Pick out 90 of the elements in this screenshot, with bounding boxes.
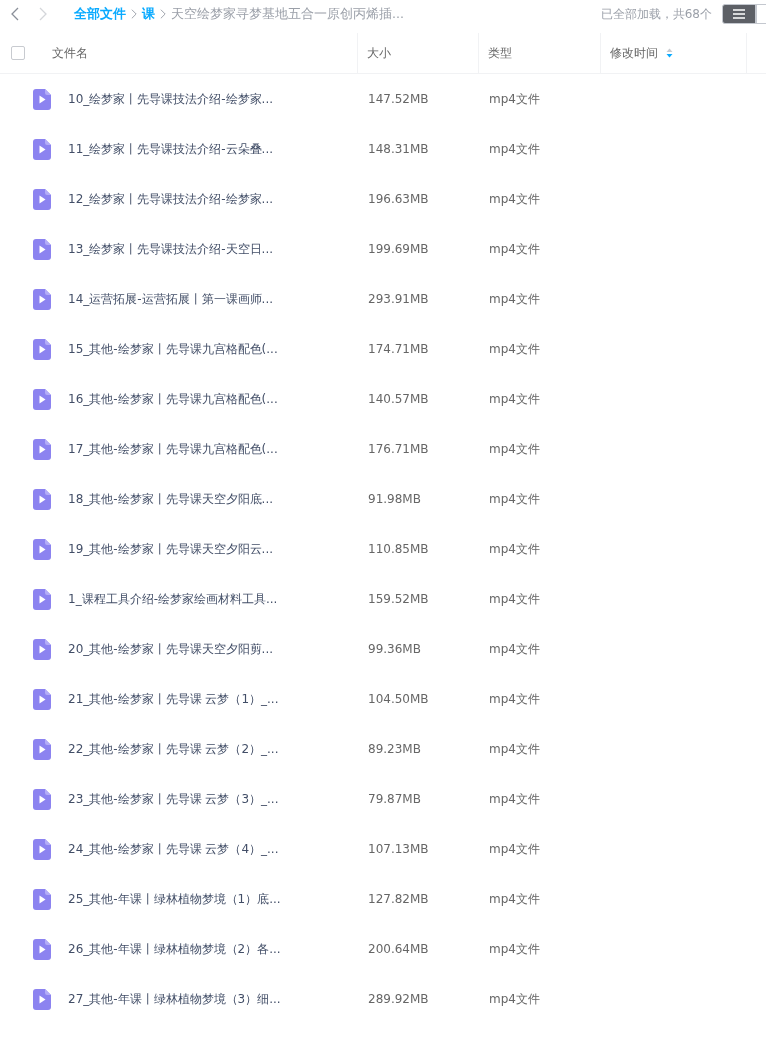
column-header[interactable]: 文件名 <box>52 44 88 62</box>
video-file-icon <box>33 288 51 310</box>
file-name[interactable]: 27_其他-年课丨绿林植物梦境（3）细... <box>68 990 368 1008</box>
chevron-icon <box>11 7 19 21</box>
file-name[interactable]: 21_其他-绘梦家丨先导课 云梦（1）_... <box>68 690 368 708</box>
file-size: 159.52MB <box>368 592 430 606</box>
file-type: mp4文件 <box>489 390 541 408</box>
file-name[interactable]: 11_绘梦家丨先导课技法介绍-云朵叠... <box>68 140 368 158</box>
video-file-icon <box>33 388 51 410</box>
file-name[interactable]: 17_其他-绘梦家丨先导课九宫格配色(... <box>68 440 368 458</box>
video-file-icon <box>33 938 51 960</box>
file-type: mp4文件 <box>489 890 541 908</box>
file-size: 99.36MB <box>368 642 422 656</box>
file-size: 147.52MB <box>368 92 430 106</box>
file-name[interactable]: 22_其他-绘梦家丨先导课 云梦（2）_... <box>68 740 368 758</box>
file-name[interactable]: 23_其他-绘梦家丨先导课 云梦（3）_... <box>68 790 368 808</box>
file-type: mp4文件 <box>489 940 541 958</box>
chevron-icon <box>160 9 166 19</box>
column-header[interactable]: 修改时间 <box>610 44 658 62</box>
file-type: mp4文件 <box>489 290 541 308</box>
file-size: 89.23MB <box>368 742 422 756</box>
file-type: mp4文件 <box>489 690 541 708</box>
file-size: 79.87MB <box>368 792 422 806</box>
file-name[interactable]: 20_其他-绘梦家丨先导课天空夕阳剪... <box>68 640 368 658</box>
file-type: mp4文件 <box>489 590 541 608</box>
column-header[interactable]: 大小 <box>367 44 391 62</box>
select-all-checkbox[interactable] <box>11 46 25 60</box>
file-type: mp4文件 <box>489 340 541 358</box>
file-name[interactable]: 25_其他-年课丨绿林植物梦境（1）底... <box>68 890 368 908</box>
file-type: mp4文件 <box>489 490 541 508</box>
file-size: 200.64MB <box>368 942 430 956</box>
file-size: 174.71MB <box>368 342 430 356</box>
file-name[interactable]: 14_运营拓展-运营拓展丨第一课画师... <box>68 290 368 308</box>
file-name[interactable]: 19_其他-绘梦家丨先导课天空夕阳云... <box>68 540 368 558</box>
video-file-icon <box>33 488 51 510</box>
video-file-icon <box>33 338 51 360</box>
video-file-icon <box>33 738 51 760</box>
video-file-icon <box>33 238 51 260</box>
file-size: 289.92MB <box>368 992 430 1006</box>
video-file-icon <box>33 988 51 1010</box>
file-size: 140.57MB <box>368 392 430 406</box>
menu-icon <box>733 9 745 19</box>
video-file-icon <box>33 688 51 710</box>
video-file-icon <box>33 838 51 860</box>
file-size: 293.91MB <box>368 292 430 306</box>
video-file-icon <box>33 538 51 560</box>
file-size: 91.98MB <box>368 492 422 506</box>
file-name[interactable]: 16_其他-绘梦家丨先导课九宫格配色(... <box>68 390 368 408</box>
file-type: mp4文件 <box>489 790 541 808</box>
file-type: mp4文件 <box>489 840 541 858</box>
file-size: 104.50MB <box>368 692 430 706</box>
video-file-icon <box>33 138 51 160</box>
file-name[interactable]: 12_绘梦家丨先导课技法介绍-绘梦家... <box>68 190 368 208</box>
file-type: mp4文件 <box>489 90 541 108</box>
file-type: mp4文件 <box>489 640 541 658</box>
video-file-icon <box>33 588 51 610</box>
file-name[interactable]: 26_其他-年课丨绿林植物梦境（2）各... <box>68 940 368 958</box>
video-file-icon <box>33 888 51 910</box>
chevron-icon <box>39 7 47 21</box>
file-size: 148.31MB <box>368 142 430 156</box>
chevron-icon <box>131 9 137 19</box>
sort-icon[interactable] <box>666 48 673 58</box>
file-size: 107.13MB <box>368 842 430 856</box>
video-file-icon <box>33 788 51 810</box>
file-name[interactable]: 10_绘梦家丨先导课技法介绍-绘梦家... <box>68 90 368 108</box>
file-size: 110.85MB <box>368 542 430 556</box>
list-view-button[interactable] <box>722 4 756 24</box>
file-type: mp4文件 <box>489 190 541 208</box>
file-size: 176.71MB <box>368 442 430 456</box>
file-name[interactable]: 15_其他-绘梦家丨先导课九宫格配色(... <box>68 340 368 358</box>
file-type: mp4文件 <box>489 240 541 258</box>
file-type: mp4文件 <box>489 990 541 1008</box>
video-file-icon <box>33 88 51 110</box>
file-type: mp4文件 <box>489 740 541 758</box>
file-size: 127.82MB <box>368 892 430 906</box>
video-file-icon <box>33 638 51 660</box>
column-header[interactable]: 类型 <box>488 44 512 62</box>
grid-view-button[interactable] <box>756 4 766 24</box>
file-type: mp4文件 <box>489 140 541 158</box>
file-name[interactable]: 1_课程工具介绍-绘梦家绘画材料工具... <box>68 590 368 608</box>
video-file-icon <box>33 188 51 210</box>
file-name[interactable]: 18_其他-绘梦家丨先导课天空夕阳底... <box>68 490 368 508</box>
video-file-icon <box>33 438 51 460</box>
file-size: 199.69MB <box>368 242 430 256</box>
file-size: 196.63MB <box>368 192 430 206</box>
file-type: mp4文件 <box>489 440 541 458</box>
load-status: 已全部加载，共68个 <box>600 5 712 23</box>
file-name[interactable]: 13_绘梦家丨先导课技法介绍-天空日... <box>68 240 368 258</box>
file-type: mp4文件 <box>489 540 541 558</box>
file-name[interactable]: 24_其他-绘梦家丨先导课 云梦（4）_... <box>68 840 368 858</box>
